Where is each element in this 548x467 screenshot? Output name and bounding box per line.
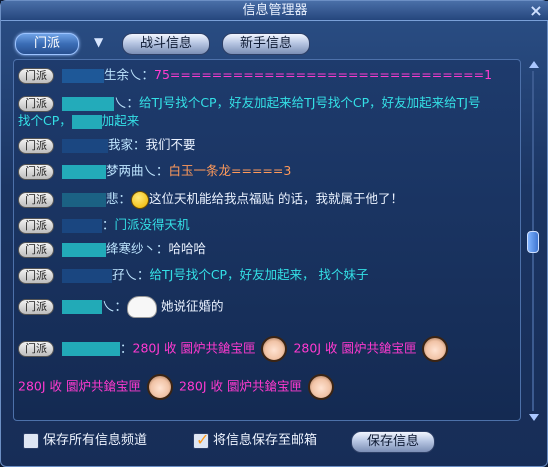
chat-scrollbar[interactable] xyxy=(526,61,540,421)
save-all-channels-label: 保存所有信息频道 xyxy=(43,433,148,448)
chat-line: 门派 绛寒纱丶：哈哈哈 xyxy=(18,240,206,258)
channel-badge[interactable]: 门派 xyxy=(18,67,54,84)
ghost-emoji-icon xyxy=(127,296,157,318)
girl-face-emoji-icon xyxy=(146,374,173,400)
tab-newbie-info[interactable]: 新手信息 xyxy=(222,33,310,55)
girl-face-emoji-icon xyxy=(422,336,449,362)
tab-sect[interactable]: 门派 xyxy=(15,33,79,55)
chat-line: 门派 孖乀：给TJ号找个CP，好友加起来， 找个妹子 xyxy=(18,266,369,284)
chat-line: 门派 我家：我们不要 xyxy=(18,136,196,154)
channel-badge[interactable]: 门派 xyxy=(18,137,54,154)
redacted-name xyxy=(61,138,108,153)
channel-badge[interactable]: 门派 xyxy=(18,299,54,315)
chat-log: 门派 生余乀：75==============================1… xyxy=(13,59,521,421)
redacted-name xyxy=(61,96,114,111)
save-info-button[interactable]: 保存信息 xyxy=(351,431,435,453)
redacted-name xyxy=(61,268,112,283)
scroll-thumb[interactable] xyxy=(527,231,539,253)
channel-badge[interactable]: 门派 xyxy=(18,191,54,208)
redacted-name xyxy=(61,242,106,257)
chat-line-continuation: 找个CP， 加起来 xyxy=(18,113,140,129)
redacted-name xyxy=(61,192,106,207)
tab-combat-info[interactable]: 战斗信息 xyxy=(122,33,210,55)
girl-face-emoji-icon xyxy=(261,336,288,362)
save-to-mailbox-label: 将信息保存至邮箱 xyxy=(213,433,318,448)
redacted-name xyxy=(61,300,102,314)
channel-badge[interactable]: 门派 xyxy=(18,341,54,357)
footer-bar: 保存所有信息频道 ✓ 将信息保存至邮箱 保存信息 xyxy=(1,427,548,467)
scroll-down-icon[interactable] xyxy=(529,414,539,421)
close-icon[interactable]: × xyxy=(527,2,545,20)
redacted-name xyxy=(61,68,104,83)
window-title: 信息管理器 xyxy=(242,3,308,18)
chat-line: 门派 梦两曲乀：白玉一条龙=====3 xyxy=(18,162,291,180)
channel-badge[interactable]: 门派 xyxy=(18,267,54,284)
chevron-down-icon[interactable]: ▼ xyxy=(94,35,103,49)
channel-badge[interactable]: 门派 xyxy=(18,95,54,112)
smiley-emoji-icon xyxy=(131,190,149,209)
chat-line: 门派 生余乀：75==============================1 xyxy=(18,66,492,84)
channel-badge[interactable]: 门派 xyxy=(18,217,54,234)
chat-line: 门派 乀：给TJ号找个CP，好友加起来给TJ号找个CP，好友加起来给TJ号 xyxy=(18,94,481,112)
chat-window: 信息管理器 × 门派 ▼ 战斗信息 新手信息 门派 生余乀：75========… xyxy=(0,0,548,467)
title-bar: 信息管理器 × xyxy=(1,1,548,21)
channel-badge[interactable]: 门派 xyxy=(18,163,54,180)
checkmark-icon: ✓ xyxy=(196,430,210,449)
channel-badge[interactable]: 门派 xyxy=(18,241,54,258)
redacted-name xyxy=(61,218,102,233)
chat-line: 门派 ：280J 收 圜炉共鎗宝匣 280J 收 圜炉共鎗宝匣 xyxy=(18,336,450,362)
chat-line: 门派 悲： 这位天机能给我点福贴 的话，我就属于他了！ xyxy=(18,190,403,209)
scroll-up-icon[interactable] xyxy=(529,61,539,68)
chat-line: 门派 乀： 她说征婚的 xyxy=(18,296,224,318)
redacted-name xyxy=(61,164,106,179)
redacted-text xyxy=(71,114,102,129)
redacted-name xyxy=(61,342,120,356)
chat-line: 门派 ：门派没得天机 xyxy=(18,216,190,234)
girl-face-emoji-icon xyxy=(307,374,334,400)
save-to-mailbox-checkbox[interactable]: ✓ xyxy=(193,430,210,449)
chat-line-continuation: 280J 收 圜炉共鎗宝匣 280J 收 圜炉共鎗宝匣 xyxy=(18,374,336,400)
save-all-channels-checkbox[interactable] xyxy=(23,433,39,449)
